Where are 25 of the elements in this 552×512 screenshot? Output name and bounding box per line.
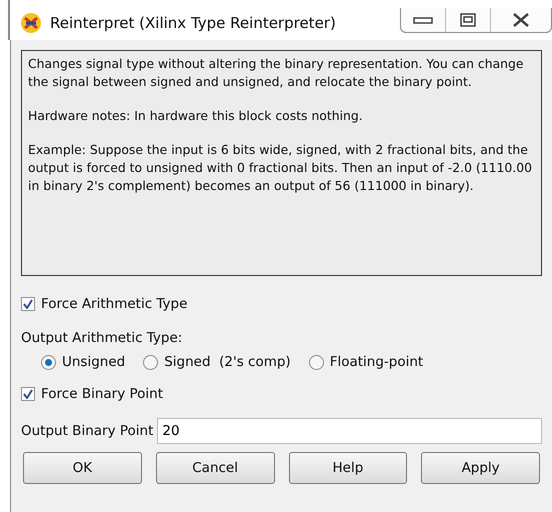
- radio-label: Floating-point: [330, 354, 424, 370]
- radio-button[interactable]: [143, 354, 158, 370]
- description-text: Changes signal type without altering the binary representation. You can change the signal between signed and unsigned, and relocate the binary point.: [28, 55, 525, 91]
- description-text: Example: Suppose the input is 6 bits wide, signed, with 2 fractional bits, and the output is forced to unsigned with 0 fractional bits. Then an input of -2.0 (1110.00 in binary 2's complement) becomes an output of 56 (111000 in binary).: [28, 141, 533, 195]
- input-field[interactable]: 20: [157, 418, 542, 444]
- close-icon: [512, 13, 530, 27]
- minimize-icon: [412, 15, 434, 25]
- dialog-button[interactable]: OK: [23, 452, 142, 484]
- radio-label: Signed (2's comp): [164, 354, 291, 370]
- dialog-button[interactable]: Help: [288, 452, 408, 484]
- radio-label: Unsigned: [62, 354, 126, 370]
- checkbox-label: Force Binary Point: [41, 386, 164, 402]
- radio-button[interactable]: [41, 354, 56, 370]
- field-label: Output Binary Point: [21, 423, 154, 439]
- dialog-button[interactable]: Cancel: [156, 452, 274, 484]
- logo-icon: [20, 12, 42, 34]
- checkbox[interactable]: [21, 387, 35, 401]
- radio-button[interactable]: [308, 354, 324, 370]
- checkbox[interactable]: [21, 297, 35, 311]
- dialog-button[interactable]: Apply: [421, 452, 540, 484]
- section-label: Output Arithmetic Type:: [21, 330, 182, 346]
- maximize-icon: [460, 13, 476, 27]
- checkbox-label: Force Arithmetic Type: [41, 296, 188, 312]
- window-title: Reinterpret (Xilinx Type Reinterpreter): [50, 14, 336, 32]
- description-text: Hardware notes: In hardware this block costs nothing.: [28, 107, 364, 125]
